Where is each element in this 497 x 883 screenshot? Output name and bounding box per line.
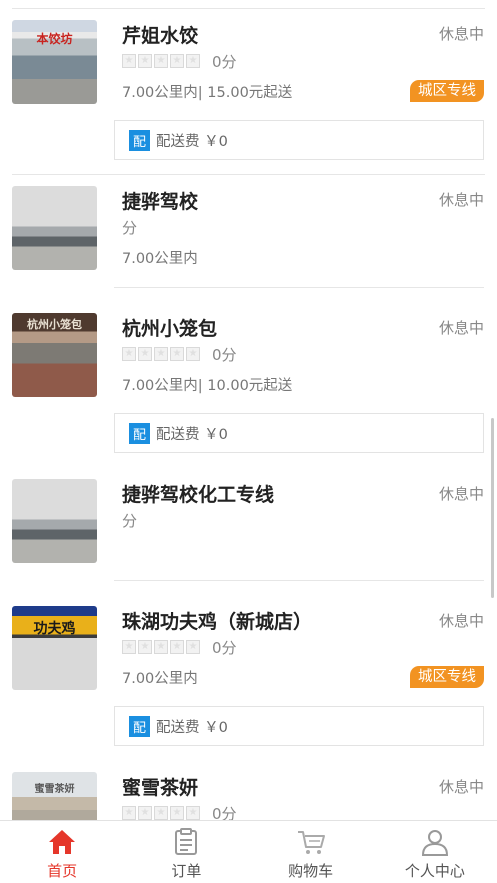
cart-icon: [297, 831, 325, 854]
store-distance: 7.00公里内| 10.00元起送: [122, 378, 293, 394]
store-card[interactable]: 功夫鸡 珠湖功夫鸡（新城店） 休息中 ★ ★ ★ ★ ★ 0分 7.00公里内 …: [0, 594, 497, 760]
delivery-icon: 配: [129, 129, 150, 151]
thumbnail-sign-text: 杭州小笼包: [27, 318, 82, 331]
scrollbar[interactable]: [491, 418, 494, 598]
divider: [114, 287, 484, 288]
store-name[interactable]: 蜜雪茶妍: [122, 773, 198, 800]
store-card[interactable]: 蜜雪茶妍 蜜雪茶妍 休息中 ★ ★ ★ ★ ★ 0分: [0, 760, 497, 820]
store-distance: 7.00公里内: [122, 671, 198, 687]
star-icon: ★: [186, 806, 200, 820]
rating-stars: ★ ★ ★ ★ ★: [122, 54, 200, 68]
star-icon: ★: [170, 54, 184, 68]
star-icon: ★: [122, 640, 136, 654]
store-status: 休息中: [438, 191, 484, 209]
tab-home[interactable]: 首页: [0, 821, 124, 883]
tab-label: 购物车: [288, 862, 334, 880]
tab-profile[interactable]: 个人中心: [373, 821, 497, 883]
divider: [12, 8, 485, 9]
delivery-fee: 配送费 ￥0: [156, 426, 228, 443]
star-icon: ★: [138, 54, 152, 68]
tab-label: 首页: [47, 862, 78, 880]
tab-cart[interactable]: 购物车: [249, 821, 373, 883]
star-icon: ★: [186, 54, 200, 68]
tab-label: 个人中心: [404, 862, 465, 880]
store-name[interactable]: 杭州小笼包: [122, 314, 217, 341]
store-status: 休息中: [438, 612, 484, 630]
store-distance: 7.00公里内| 15.00元起送: [122, 85, 293, 101]
store-thumbnail: 杭州小笼包: [12, 313, 97, 397]
store-thumbnail: 本饺坊: [12, 20, 97, 104]
rating-score: 0分: [212, 53, 237, 71]
store-distance: 7.00公里内: [122, 251, 198, 267]
star-icon: ★: [154, 640, 168, 654]
star-icon: ★: [170, 806, 184, 820]
rating-stars: ★ ★ ★ ★ ★: [122, 640, 200, 654]
star-icon: ★: [186, 640, 200, 654]
thumbnail-sign-text: 功夫鸡: [33, 621, 76, 637]
home-icon: [49, 830, 76, 854]
rating-score: 分: [122, 512, 138, 530]
divider: [12, 174, 485, 175]
thumbnail-sign-text: 本饺坊: [36, 32, 73, 46]
star-icon: ★: [122, 347, 136, 361]
store-card[interactable]: 捷骅驾校 休息中 分 7.00公里内: [0, 174, 497, 301]
store-thumbnail: [12, 186, 97, 270]
tab-orders[interactable]: 订单: [124, 821, 248, 883]
delivery-fee: 配送费 ￥0: [156, 133, 228, 150]
star-icon: ★: [122, 806, 136, 820]
zone-badge: 城区专线: [410, 80, 484, 102]
rating-stars: ★ ★ ★ ★ ★: [122, 806, 200, 820]
divider: [114, 580, 484, 581]
star-icon: ★: [138, 640, 152, 654]
rating-stars: ★ ★ ★ ★ ★: [122, 347, 200, 361]
store-name[interactable]: 捷骅驾校化工专线: [122, 480, 274, 507]
order-icon: [175, 828, 198, 855]
store-thumbnail: 蜜雪茶妍: [12, 772, 97, 820]
star-icon: ★: [138, 347, 152, 361]
delivery-fee: 配送费 ￥0: [156, 719, 228, 736]
bottom-tab-bar: 首页 订单 购物车 个人中心: [0, 820, 497, 883]
thumbnail-sign-text: 蜜雪茶妍: [34, 784, 75, 795]
store-list[interactable]: 本饺坊 芹姐水饺 休息中 ★ ★ ★ ★ ★ 0分 7.00公里内| 15.00…: [0, 0, 497, 820]
user-icon: [421, 830, 448, 856]
rating-score: 0分: [212, 639, 237, 657]
store-card[interactable]: 本饺坊 芹姐水饺 休息中 ★ ★ ★ ★ ★ 0分 7.00公里内| 15.00…: [0, 0, 497, 174]
delivery-icon: 配: [129, 715, 150, 737]
store-status: 休息中: [438, 25, 484, 43]
star-icon: ★: [170, 347, 184, 361]
delivery-info: 配 配送费 ￥0: [114, 120, 484, 160]
store-card[interactable]: 捷骅驾校化工专线 休息中 分: [0, 467, 497, 594]
zone-badge: 城区专线: [410, 666, 484, 688]
store-name[interactable]: 芹姐水饺: [122, 21, 198, 48]
star-icon: ★: [170, 640, 184, 654]
store-status: 休息中: [438, 319, 484, 337]
star-icon: ★: [186, 347, 200, 361]
store-status: 休息中: [438, 778, 484, 796]
star-icon: ★: [154, 347, 168, 361]
star-icon: ★: [138, 806, 152, 820]
store-name[interactable]: 捷骅驾校: [122, 187, 198, 214]
rating-score: 分: [122, 219, 138, 237]
store-status: 休息中: [438, 485, 484, 503]
star-icon: ★: [154, 806, 168, 820]
rating-score: 0分: [212, 346, 237, 364]
store-thumbnail: 功夫鸡: [12, 606, 97, 690]
delivery-info: 配 配送费 ￥0: [114, 413, 484, 453]
store-thumbnail: [12, 479, 97, 563]
star-icon: ★: [122, 54, 136, 68]
tab-label: 订单: [171, 862, 202, 880]
delivery-icon: 配: [129, 422, 150, 444]
store-name[interactable]: 珠湖功夫鸡（新城店）: [122, 607, 312, 634]
star-icon: ★: [154, 54, 168, 68]
delivery-info: 配 配送费 ￥0: [114, 706, 484, 746]
store-card[interactable]: 杭州小笼包 杭州小笼包 休息中 ★ ★ ★ ★ ★ 0分 7.00公里内| 10…: [0, 301, 497, 467]
rating-score: 0分: [212, 805, 237, 820]
